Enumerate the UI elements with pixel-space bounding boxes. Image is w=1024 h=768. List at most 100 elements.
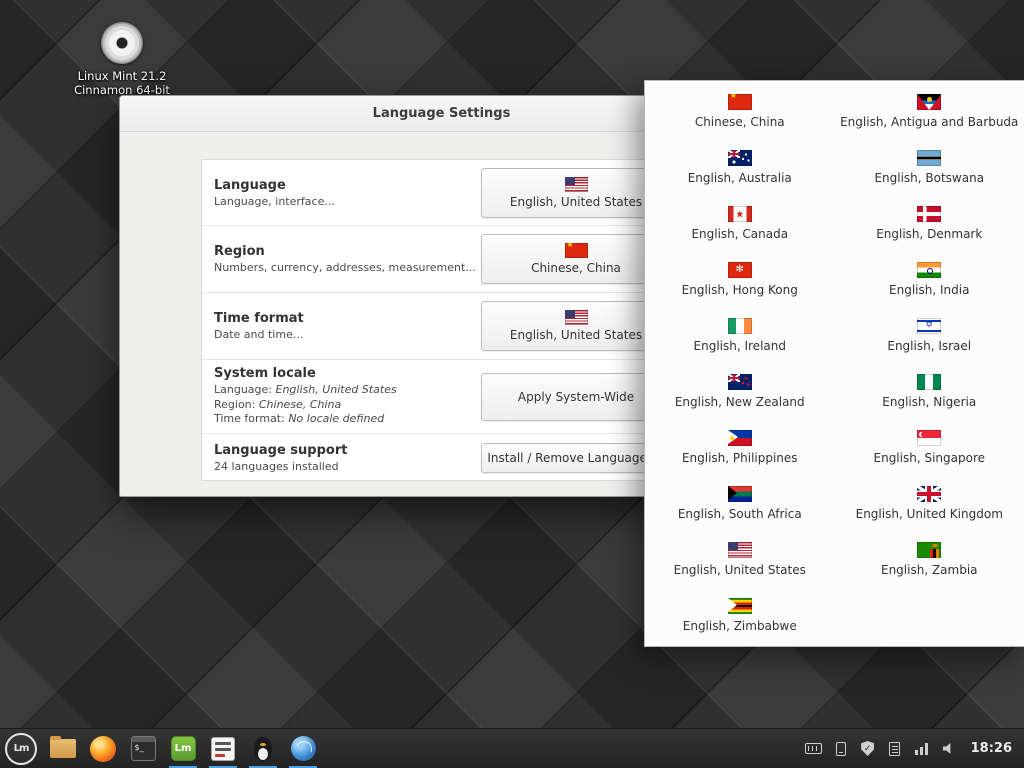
apply-system-wide-label: Apply System-Wide (518, 390, 634, 404)
desktop-icon-linux-mint-iso[interactable]: Linux Mint 21.2 Cinnamon 64-bit (62, 22, 182, 98)
mint-logo-icon: Lm (14, 743, 29, 754)
language-option-label: English, Denmark (876, 227, 982, 241)
locale-time-format-line: Time format: No locale defined (214, 412, 481, 427)
firefox-launcher[interactable] (85, 729, 121, 768)
folder-icon (50, 739, 76, 758)
language-option-label: English, Canada (691, 227, 788, 241)
language-option[interactable]: English, Nigeria (835, 369, 1024, 425)
row-region: Region Numbers, currency, addresses, mea… (202, 225, 683, 292)
window-title: Language Settings (373, 106, 511, 121)
time-format-row-subtitle: Date and time... (214, 328, 481, 341)
flag-icon (917, 318, 941, 334)
language-option[interactable]: English, New Zealand (645, 369, 835, 425)
language-option[interactable]: English, Botswana (835, 145, 1024, 201)
language-picker-label: English, United States (510, 195, 642, 209)
locale-language-line: Language: English, United States (214, 383, 481, 398)
network-icon[interactable] (913, 740, 931, 758)
desktop: Linux Mint 21.2 Cinnamon 64-bit Language… (0, 0, 1024, 768)
row-language-support: Language support 24 languages installed … (202, 433, 683, 482)
disc-icon (101, 22, 143, 64)
mint-menu-button[interactable]: Lm (5, 733, 37, 765)
language-support-row-title: Language support (214, 443, 481, 458)
us-flag-icon (565, 310, 588, 325)
mint-welcome-window-button[interactable]: Lm (165, 729, 201, 768)
language-option[interactable]: English, Singapore (835, 425, 1024, 481)
language-option-label: English, United Kingdom (856, 507, 1003, 521)
language-option[interactable]: English, Philippines (645, 425, 835, 481)
language-option[interactable]: English, Hong Kong (645, 257, 835, 313)
language-option[interactable]: English, Zambia (835, 537, 1024, 593)
install-remove-languages-button[interactable]: Install / Remove Languages... (481, 443, 671, 473)
language-option[interactable]: English, United Kingdom (835, 481, 1024, 537)
language-option[interactable]: English, Zimbabwe (645, 593, 835, 649)
flag-icon (728, 262, 752, 278)
flag-icon (917, 94, 941, 110)
language-option-label: English, Antigua and Barbuda (840, 115, 1018, 129)
software-globe-icon (291, 736, 316, 761)
language-settings-window-button[interactable] (205, 729, 241, 768)
volume-icon[interactable] (940, 740, 958, 758)
language-support-row-subtitle: 24 languages installed (214, 460, 481, 473)
mint-welcome-icon: Lm (171, 736, 196, 761)
row-language: Language Language, interface... English,… (202, 160, 683, 225)
language-option[interactable]: English, Australia (645, 145, 835, 201)
keyboard-layout-icon[interactable] (805, 740, 823, 758)
region-picker-label: Chinese, China (531, 261, 621, 275)
terminal-icon: $_ (131, 736, 156, 761)
language-option[interactable]: Chinese, China (645, 89, 835, 145)
language-option-label: English, Australia (688, 171, 792, 185)
language-option-label: English, Israel (887, 339, 971, 353)
language-option-label: English, New Zealand (675, 395, 805, 409)
software-app-window-button[interactable] (285, 729, 321, 768)
language-option-label: English, Philippines (682, 451, 798, 465)
language-option[interactable]: English, South Africa (645, 481, 835, 537)
language-option[interactable]: English, Israel (835, 313, 1024, 369)
us-flag-icon (565, 177, 588, 192)
region-picker-button[interactable]: Chinese, China (481, 234, 671, 284)
language-option-label: English, Ireland (694, 339, 786, 353)
tux-penguin-icon (254, 737, 272, 761)
update-shield-icon[interactable]: ✓ (859, 740, 877, 758)
clock[interactable]: 18:26 (971, 741, 1012, 756)
language-option-label: English, Hong Kong (682, 283, 798, 297)
language-option[interactable]: English, India (835, 257, 1024, 313)
language-option[interactable]: English, Canada (645, 201, 835, 257)
language-option[interactable]: English, United States (645, 537, 835, 593)
taskbar: Lm $_ Lm ✓ 18:26 (0, 728, 1024, 768)
row-time-format: Time format Date and time... English, Un… (202, 292, 683, 359)
language-option[interactable]: English, Denmark (835, 201, 1024, 257)
flag-icon (728, 374, 752, 390)
language-picker-button[interactable]: English, United States (481, 168, 671, 218)
flag-icon (917, 206, 941, 222)
flag-icon (917, 486, 941, 502)
report-document-icon[interactable] (886, 740, 904, 758)
language-option-label: Chinese, China (695, 115, 785, 129)
flag-icon (917, 374, 941, 390)
flag-icon (728, 206, 752, 222)
system-tray: ✓ 18:26 (805, 740, 1024, 758)
language-dropdown: Chinese, China English, Antigua and Barb… (644, 80, 1024, 647)
system-locale-row-title: System locale (214, 366, 481, 381)
locale-region-line: Region: Chinese, China (214, 398, 481, 413)
language-option[interactable]: English, Antigua and Barbuda (835, 89, 1024, 145)
time-format-picker-button[interactable]: English, United States (481, 301, 671, 351)
files-launcher[interactable] (45, 729, 81, 768)
tux-app-window-button[interactable] (245, 729, 281, 768)
flag-icon (728, 598, 752, 614)
language-option-label: English, India (889, 283, 969, 297)
terminal-launcher[interactable]: $_ (125, 729, 161, 768)
firefox-icon (90, 736, 116, 762)
apply-system-wide-button[interactable]: Apply System-Wide (481, 373, 671, 421)
language-option-label: English, Zambia (881, 563, 978, 577)
china-flag-icon (565, 243, 588, 258)
language-option[interactable]: English, Ireland (645, 313, 835, 369)
region-row-title: Region (214, 244, 481, 259)
desktop-icon-label: Linux Mint 21.2 Cinnamon 64-bit (62, 69, 182, 98)
device-icon[interactable] (832, 740, 850, 758)
language-settings-icon (211, 737, 235, 761)
language-option-label: English, Singapore (874, 451, 986, 465)
language-option-label: English, Zimbabwe (683, 619, 797, 633)
language-option-label: English, South Africa (678, 507, 802, 521)
flag-icon (728, 542, 752, 558)
flag-icon (917, 150, 941, 166)
